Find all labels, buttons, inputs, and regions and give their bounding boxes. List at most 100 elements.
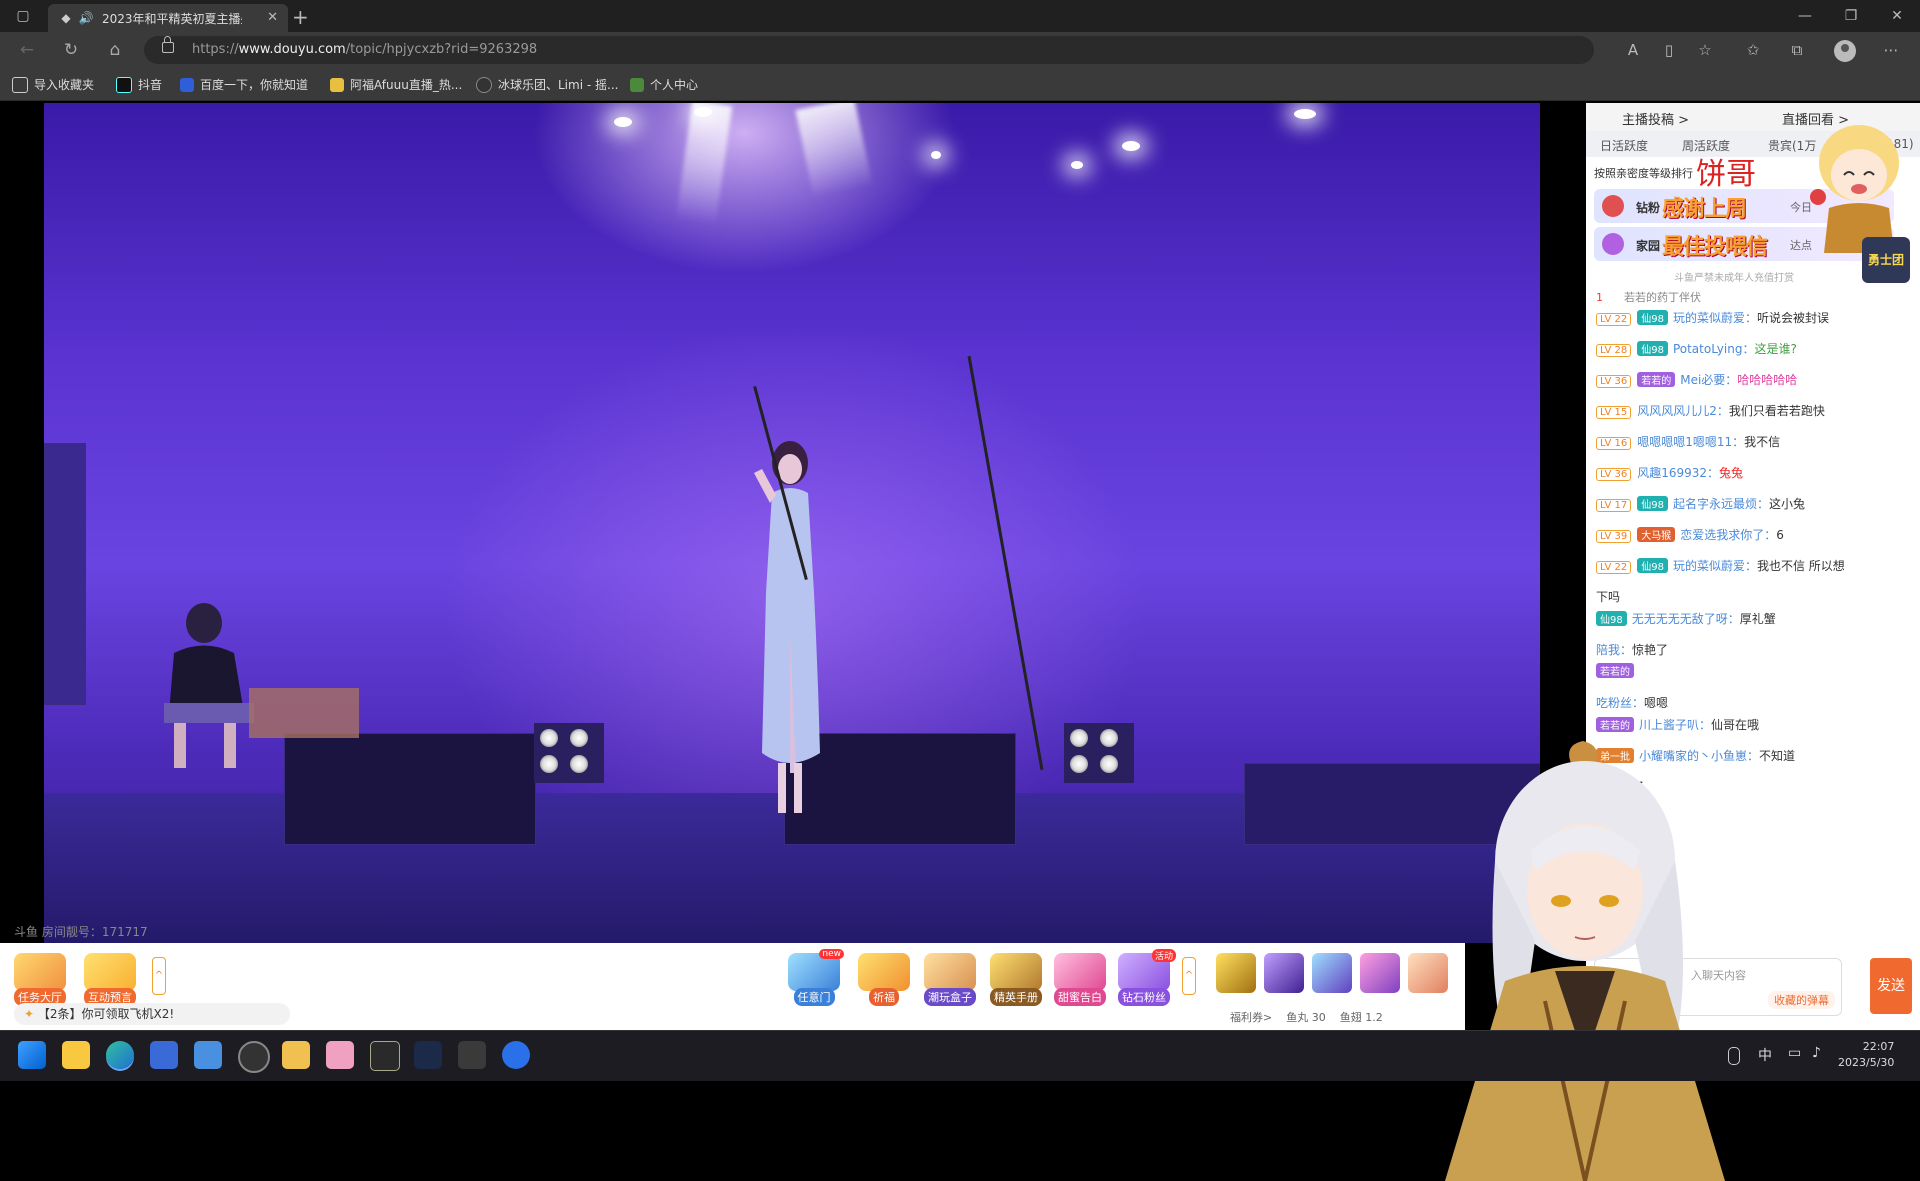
thanks-banner-text: 感谢上周: [1662, 197, 1747, 222]
clock[interactable]: 22:07 2023/5/30: [1838, 1039, 1894, 1071]
active-tab[interactable]: ◆ 🔊 2023年和平精英初夏主播盛 ✕: [48, 4, 288, 32]
fan-badge[interactable]: 大马猴: [1637, 527, 1676, 542]
gift-rocket-icon[interactable]: [1264, 953, 1304, 993]
top-rank-row: 1 若若的药丁伴伏: [1596, 291, 1701, 304]
chat-username[interactable]: 起名字永远最烦：: [1673, 497, 1769, 511]
chat-username[interactable]: 陪我：: [1596, 643, 1632, 657]
network-icon[interactable]: ▭: [1788, 1045, 1801, 1061]
window-close-icon[interactable]: ✕: [1874, 0, 1920, 32]
portal-button[interactable]: 任意门 new: [788, 949, 844, 1006]
room-id-label: 斗鱼 房间靓号：171717: [14, 925, 148, 939]
clock-time: 22:07: [1862, 1040, 1895, 1053]
streamer-submit-link[interactable]: 主播投稿 >: [1622, 109, 1689, 128]
favorite-profile-center[interactable]: 个人中心: [630, 76, 698, 93]
favorite-douyin[interactable]: 抖音: [116, 76, 162, 93]
fan-badge[interactable]: 仙98: [1637, 310, 1668, 325]
stage-light-beam: [795, 103, 873, 199]
tab-daily[interactable]: 日活跃度: [1600, 137, 1648, 154]
chat-username[interactable]: 玩的菜似蔚爱：: [1673, 311, 1757, 325]
back-icon[interactable]: ←: [14, 38, 40, 62]
add-favorite-icon[interactable]: ☆: [1694, 40, 1716, 60]
profile-avatar-icon[interactable]: [1834, 40, 1856, 62]
chat-username[interactable]: PotatoLying：: [1673, 342, 1755, 356]
gift-plane-icon[interactable]: [1216, 953, 1256, 993]
home-icon[interactable]: ⌂: [102, 38, 128, 62]
restore-icon[interactable]: ❐: [1828, 0, 1874, 32]
url-input[interactable]: https://www.douyu.com/topic/hpjycxzb?rid…: [144, 36, 1594, 64]
chat-username[interactable]: 无无无无无敌了呀：: [1632, 612, 1740, 626]
app-face-icon[interactable]: [282, 1041, 310, 1069]
more-menu-icon[interactable]: ⋯: [1880, 40, 1902, 60]
favorite-afuuu[interactable]: 阿福Afuuu直播_热...: [330, 76, 462, 93]
send-button[interactable]: 发送: [1870, 958, 1912, 1014]
sweet-confession-button[interactable]: 甜蜜告白: [1054, 953, 1106, 1006]
new-tab-icon[interactable]: +: [292, 5, 309, 29]
refresh-icon[interactable]: ↻: [58, 38, 84, 62]
fan-badge[interactable]: 仙98: [1637, 558, 1668, 573]
heart-icon: [1054, 953, 1106, 991]
stage-light: [1294, 109, 1316, 119]
read-aloud-icon[interactable]: A: [1622, 40, 1644, 60]
app-k-icon[interactable]: [502, 1041, 530, 1069]
gift-wing-icon[interactable]: [1360, 953, 1400, 993]
edge-icon[interactable]: [106, 1041, 134, 1069]
expand-up-icon[interactable]: ^: [1182, 957, 1196, 995]
diamond-fans-button[interactable]: 钻石粉丝 活动: [1118, 949, 1176, 1006]
task-hall-button[interactable]: 任务大厅: [14, 953, 66, 1006]
notice-bar[interactable]: ✦ 【2条】你可领取飞机X2!: [14, 1003, 290, 1025]
baidu-icon: [180, 77, 194, 92]
app-character-icon[interactable]: [458, 1041, 486, 1069]
fan-badge[interactable]: 仙98: [1596, 611, 1627, 626]
start-icon[interactable]: [18, 1041, 46, 1069]
prediction-button[interactable]: 互动预言: [84, 953, 136, 1006]
favorites-icon[interactable]: ✩: [1742, 40, 1764, 60]
audio-playing-icon[interactable]: 🔊: [78, 11, 94, 25]
music-icon: [476, 76, 492, 93]
app-pink-icon[interactable]: [326, 1041, 354, 1069]
fish-fin-count: 鱼翅 1.2: [1339, 1011, 1383, 1024]
chat-username[interactable]: 风风风风儿儿2：: [1637, 404, 1729, 418]
fan-badge[interactable]: 若若的: [1596, 717, 1634, 732]
microphone-icon[interactable]: [1728, 1047, 1740, 1065]
wooden-box: [249, 688, 359, 738]
file-explorer-icon[interactable]: [62, 1041, 90, 1069]
chat-username[interactable]: 嗯嗯嗯嗯1嗯嗯11：: [1637, 435, 1744, 449]
fan-badge[interactable]: 仙98: [1637, 341, 1668, 356]
tab-close-icon[interactable]: ✕: [267, 10, 278, 25]
ime-indicator[interactable]: 中: [1758, 1045, 1772, 1065]
fan-badge[interactable]: 若若的: [1637, 372, 1676, 387]
chat-username[interactable]: 吃粉丝：: [1596, 696, 1644, 710]
fan-badge[interactable]: 若若的: [1596, 663, 1634, 678]
stage-lights: [534, 723, 604, 783]
toy-box-button[interactable]: 潮玩盒子: [924, 953, 976, 1006]
chat-username[interactable]: 川上酱子叭：: [1639, 718, 1711, 732]
banner-name: 饼哥: [1696, 157, 1756, 192]
favorite-baidu[interactable]: 百度一下，你就知道: [180, 76, 308, 93]
app-game-icon[interactable]: [370, 1041, 400, 1071]
app-s-icon[interactable]: [194, 1041, 222, 1069]
obs-icon[interactable]: [238, 1041, 270, 1073]
chat-username[interactable]: 玩的菜似蔚爱：: [1673, 559, 1757, 573]
favorite-limi[interactable]: 冰球乐团、Limi - 摇...: [476, 76, 618, 93]
gift-diamond-icon[interactable]: [1312, 953, 1352, 993]
chat-username[interactable]: 风趣169932：: [1637, 466, 1719, 480]
immersive-reader-icon[interactable]: ▯: [1658, 40, 1680, 60]
elite-handbook-button[interactable]: 精英手册: [990, 953, 1042, 1006]
collections-icon[interactable]: ⧉: [1786, 40, 1808, 60]
tab-actions-icon[interactable]: ▢: [0, 0, 46, 32]
coupon-link[interactable]: 福利券>: [1230, 1011, 1272, 1024]
douyu-icon: [330, 77, 344, 92]
chat-username[interactable]: 恋爱选我求你了：: [1680, 528, 1776, 542]
steam-icon[interactable]: [414, 1041, 442, 1069]
pray-button[interactable]: 祈福: [858, 953, 910, 1006]
expand-up-icon[interactable]: ^: [152, 957, 166, 995]
chat-username[interactable]: Mei必要：: [1680, 373, 1737, 387]
event-badge: 活动: [1151, 949, 1176, 962]
live-video[interactable]: [44, 103, 1540, 943]
minimize-icon[interactable]: —: [1782, 0, 1828, 32]
favorite-import[interactable]: 导入收藏夹: [12, 76, 94, 93]
saved-danmu-button[interactable]: 收藏的弹幕: [1768, 991, 1835, 1009]
fan-badge[interactable]: 仙98: [1637, 496, 1668, 511]
volume-icon[interactable]: ♪: [1812, 1045, 1821, 1061]
store-icon[interactable]: [150, 1041, 178, 1069]
